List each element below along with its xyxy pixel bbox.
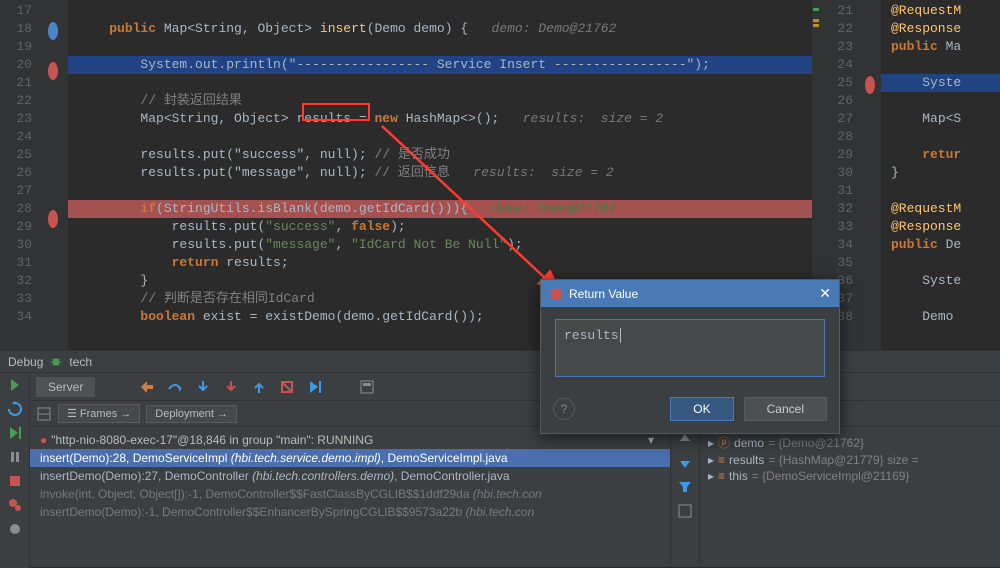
breakpoint-icon[interactable] — [865, 76, 875, 94]
stack-frame[interactable]: insertDemo(Demo):-1, DemoController$$Enh… — [30, 503, 670, 521]
debug-label: Debug — [8, 355, 43, 369]
expression-input[interactable]: results — [555, 319, 825, 377]
variable-row[interactable]: ▸ ⓟ demo = {Demo@21762} — [704, 433, 996, 452]
return-value-dialog: Return Value ✕ results ? OK Cancel — [540, 279, 840, 434]
rerun-icon[interactable] — [7, 377, 23, 393]
resume-icon[interactable] — [7, 425, 23, 441]
stop-icon[interactable] — [7, 473, 23, 489]
breakpoint-icon[interactable] — [48, 210, 58, 228]
help-button[interactable]: ? — [553, 398, 575, 420]
cancel-button[interactable]: Cancel — [744, 397, 827, 421]
close-icon[interactable]: ✕ — [819, 285, 831, 302]
restart-icon[interactable] — [7, 401, 23, 417]
debug-sidebar — [0, 373, 30, 568]
debug-panel: Debug tech Server — [0, 350, 1000, 567]
stack-frame[interactable]: invoke(int, Object, Object[]):-1, DemoCo… — [30, 485, 670, 503]
dialog-title-text: Return Value — [569, 287, 638, 301]
breakpoint-icon[interactable] — [48, 62, 58, 80]
gutter-markers[interactable] — [38, 0, 68, 350]
step-into-icon[interactable] — [195, 379, 211, 395]
arrow-down-icon[interactable] — [677, 455, 693, 471]
gutter-markers-right[interactable] — [859, 0, 881, 350]
vars-toolbar — [670, 427, 700, 568]
ok-button[interactable]: OK — [670, 397, 733, 421]
expand-icon[interactable] — [677, 503, 693, 519]
debug-toolbar: Server — [30, 373, 1000, 401]
drop-frame-icon[interactable] — [279, 379, 295, 395]
filter-icon[interactable] — [677, 479, 693, 495]
variables-panel[interactable]: ▸ ⓟ demo = {Demo@21762}▸ ≡ results = {Ha… — [700, 427, 1000, 568]
dialog-icon — [549, 287, 563, 301]
variable-row[interactable]: ▸ ≡ this = {DemoServiceImpl@21169} — [704, 468, 996, 484]
show-execution-point-icon[interactable] — [139, 379, 155, 395]
stack-frame[interactable]: insertDemo(Demo):27, DemoController (hbi… — [30, 467, 670, 485]
tab-server[interactable]: Server — [36, 377, 95, 397]
step-over-icon[interactable] — [167, 379, 183, 395]
run-to-cursor-icon[interactable] — [307, 379, 323, 395]
bug-icon — [49, 355, 63, 369]
dialog-titlebar[interactable]: Return Value ✕ — [541, 280, 839, 307]
frames-panel[interactable]: ● "http-nio-8080-exec-17"@18,846 in grou… — [30, 427, 670, 568]
stack-frame[interactable]: insert(Demo):28, DemoServiceImpl (hbi.te… — [30, 449, 670, 467]
mute-breakpoints-icon[interactable] — [7, 521, 23, 537]
view-breakpoints-icon[interactable] — [7, 497, 23, 513]
frames-bar: ☰ Frames → Deployment → — [30, 401, 1000, 427]
pause-icon[interactable] — [7, 449, 23, 465]
debug-header: Debug tech — [0, 351, 1000, 373]
deployment-tab[interactable]: Deployment → — [146, 405, 237, 423]
gutter-line-numbers: 171819202122232425262728293031323334 — [0, 0, 38, 350]
step-out-icon[interactable] — [251, 379, 267, 395]
code-area-right[interactable]: @RequestM @Response public Ma Syste Map<… — [881, 0, 1000, 350]
force-step-into-icon[interactable] — [223, 379, 239, 395]
variable-row[interactable]: ▸ ≡ results = {HashMap@21779} size = — [704, 452, 996, 468]
editor-pane-right: 212223242526272829303132333435363738 @Re… — [820, 0, 1000, 350]
frames-tab[interactable]: ☰ Frames → — [58, 404, 140, 423]
debug-config-name: tech — [69, 355, 92, 369]
evaluate-expression-icon[interactable] — [359, 379, 375, 395]
layout-icon[interactable] — [36, 406, 52, 422]
method-marker-icon[interactable] — [48, 22, 58, 40]
